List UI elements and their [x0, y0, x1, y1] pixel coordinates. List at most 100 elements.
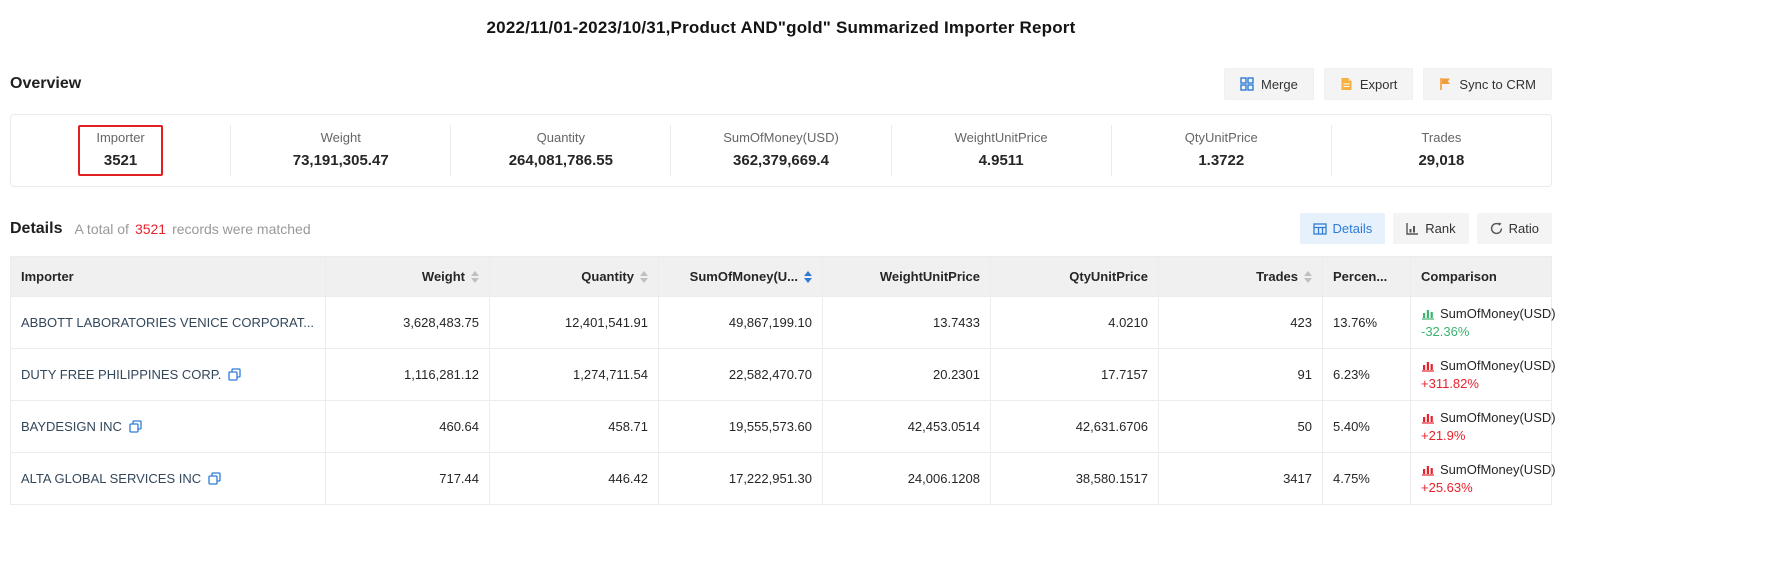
column-header-weight-unit-price: WeightUnitPrice [823, 257, 991, 297]
column-label-weight-unit-price: WeightUnitPrice [880, 269, 980, 284]
cell-importer: DUTY FREE PHILIPPINES CORP. [11, 349, 326, 401]
overview-toolbar: Overview Merge Export Sync to CRM [10, 68, 1552, 100]
comparison-block: SumOfMoney(USD) +311.82% [1421, 358, 1541, 391]
column-header-quantity[interactable]: Quantity [490, 257, 659, 297]
cell-qty-unit-price: 42,631.6706 [991, 401, 1159, 453]
cell-sum-of-money: 19,555,573.60 [659, 401, 823, 453]
column-header-qty-unit-price: QtyUnitPrice [991, 257, 1159, 297]
column-label-importer: Importer [21, 269, 74, 284]
cell-importer: ABBOTT LABORATORIES VENICE CORPORAT... [11, 297, 326, 349]
page-container: 2022/11/01-2023/10/31,Product AND"gold" … [0, 0, 1562, 505]
stat-label: Trades [1418, 130, 1464, 145]
column-header-weight[interactable]: Weight [326, 257, 490, 297]
cell-percent: 4.75% [1323, 453, 1411, 505]
stat-trades: Trades 29,018 [1332, 125, 1551, 176]
sort-icon [640, 271, 648, 283]
stat-qty-unit-price: QtyUnitPrice 1.3722 [1112, 125, 1332, 176]
importer-name[interactable]: ALTA GLOBAL SERVICES INC [21, 471, 201, 486]
tab-ratio-label: Ratio [1509, 221, 1539, 236]
cell-percent: 6.23% [1323, 349, 1411, 401]
page-title: 2022/11/01-2023/10/31,Product AND"gold" … [10, 0, 1552, 38]
column-header-comparison: Comparison [1411, 257, 1552, 297]
comparison-chart-icon [1421, 411, 1435, 424]
column-header-importer: Importer [11, 257, 326, 297]
column-label-sum-of-money: SumOfMoney(U... [690, 269, 798, 284]
details-icon [1313, 223, 1327, 235]
cell-percent: 13.76% [1323, 297, 1411, 349]
overview-stats-bar: Importer 3521 Weight 73,191,305.47 Quant… [10, 114, 1552, 187]
tab-rank[interactable]: Rank [1393, 213, 1468, 244]
cell-sum-of-money: 22,582,470.70 [659, 349, 823, 401]
column-label-quantity: Quantity [581, 269, 634, 284]
match-prefix: A total of [74, 221, 128, 237]
column-header-sum-of-money[interactable]: SumOfMoney(U... [659, 257, 823, 297]
table-row: BAYDESIGN INC 460.64 458.71 19,555,573.6… [11, 401, 1552, 453]
cell-importer: BAYDESIGN INC [11, 401, 326, 453]
copy-icon[interactable] [129, 420, 142, 433]
stat-quantity: Quantity 264,081,786.55 [451, 125, 671, 176]
cell-percent: 5.40% [1323, 401, 1411, 453]
stat-label: Weight [293, 130, 389, 145]
match-suffix: records were matched [172, 221, 311, 237]
copy-icon[interactable] [208, 472, 221, 485]
column-label-comparison: Comparison [1421, 269, 1497, 284]
cell-weight-unit-price: 20.2301 [823, 349, 991, 401]
stat-value: 4.9511 [955, 152, 1048, 169]
sync-to-crm-button[interactable]: Sync to CRM [1423, 68, 1552, 100]
cell-qty-unit-price: 38,580.1517 [991, 453, 1159, 505]
comparison-metric-label: SumOfMoney(USD) [1440, 462, 1556, 477]
rank-icon [1406, 222, 1419, 235]
comparison-chart-icon [1421, 359, 1435, 372]
copy-icon[interactable] [228, 368, 241, 381]
tab-ratio[interactable]: Ratio [1477, 213, 1552, 244]
column-header-trades[interactable]: Trades [1159, 257, 1323, 297]
cell-trades: 50 [1159, 401, 1323, 453]
comparison-change: -32.36% [1421, 324, 1541, 339]
sort-icon [1304, 271, 1312, 283]
match-count: 3521 [135, 221, 166, 237]
stat-value: 29,018 [1418, 152, 1464, 169]
table-row: ALTA GLOBAL SERVICES INC 717.44 446.42 1… [11, 453, 1552, 505]
comparison-block: SumOfMoney(USD) +21.9% [1421, 410, 1541, 443]
stat-label: QtyUnitPrice [1185, 130, 1258, 145]
cell-qty-unit-price: 17.7157 [991, 349, 1159, 401]
merge-button[interactable]: Merge [1224, 68, 1314, 100]
cell-comparison: SumOfMoney(USD) +311.82% [1411, 349, 1552, 401]
cell-weight: 717.44 [326, 453, 490, 505]
comparison-metric-label: SumOfMoney(USD) [1440, 306, 1556, 321]
comparison-metric-label: SumOfMoney(USD) [1440, 410, 1556, 425]
overview-heading: Overview [10, 75, 81, 93]
merge-icon [1240, 77, 1254, 91]
importer-name[interactable]: DUTY FREE PHILIPPINES CORP. [21, 367, 221, 382]
column-label-percent: Percen... [1333, 269, 1387, 284]
stat-weight: Weight 73,191,305.47 [231, 125, 451, 176]
importer-name[interactable]: BAYDESIGN INC [21, 419, 122, 434]
stat-value: 3521 [96, 152, 144, 169]
stat-label: WeightUnitPrice [955, 130, 1048, 145]
cell-weight: 1,116,281.12 [326, 349, 490, 401]
cell-weight: 460.64 [326, 401, 490, 453]
cell-qty-unit-price: 4.0210 [991, 297, 1159, 349]
stat-label: Quantity [509, 130, 613, 145]
merge-button-label: Merge [1261, 77, 1298, 92]
comparison-change: +21.9% [1421, 428, 1541, 443]
tab-details[interactable]: Details [1300, 213, 1386, 244]
cell-weight: 3,628,483.75 [326, 297, 490, 349]
export-button[interactable]: Export [1324, 68, 1414, 100]
ratio-icon [1490, 222, 1503, 235]
comparison-block: SumOfMoney(USD) -32.36% [1421, 306, 1541, 339]
cell-importer: ALTA GLOBAL SERVICES INC [11, 453, 326, 505]
tab-rank-label: Rank [1425, 221, 1455, 236]
cell-quantity: 458.71 [490, 401, 659, 453]
stat-sum-of-money: SumOfMoney(USD) 362,379,669.4 [671, 125, 891, 176]
comparison-block: SumOfMoney(USD) +25.63% [1421, 462, 1541, 495]
cell-weight-unit-price: 42,453.0514 [823, 401, 991, 453]
match-summary: A total of 3521 records were matched [74, 221, 310, 237]
stat-value: 73,191,305.47 [293, 152, 389, 169]
cell-trades: 423 [1159, 297, 1323, 349]
column-header-percent: Percen... [1323, 257, 1411, 297]
column-label-weight: Weight [422, 269, 465, 284]
importer-name[interactable]: ABBOTT LABORATORIES VENICE CORPORAT... [21, 315, 314, 330]
column-label-trades: Trades [1256, 269, 1298, 284]
stat-label: Importer [96, 130, 144, 145]
